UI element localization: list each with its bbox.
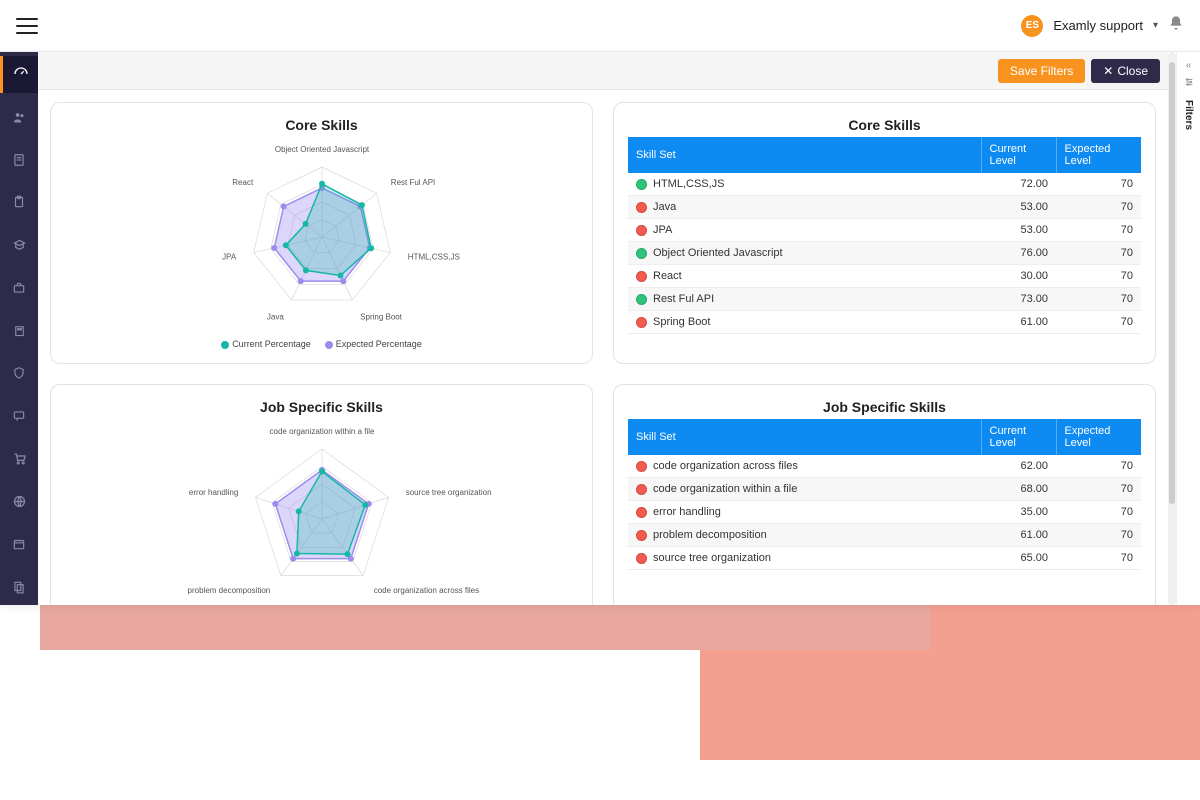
collapse-icon: « [1186,60,1192,71]
toolbar: Save Filters ✕ Close [38,52,1168,90]
status-dot-icon [636,271,647,282]
sidebar-item-shield[interactable] [0,355,38,392]
table-row[interactable]: problem decomposition61.0070 [628,524,1141,547]
status-dot-icon [636,484,647,495]
filters-rail[interactable]: « Filters [1176,52,1200,605]
topbar-user-area: ES Examly support ▾ [1021,15,1184,37]
save-filters-button[interactable]: Save Filters [998,59,1085,83]
svg-text:problem decomposition: problem decomposition [187,586,270,595]
sidebar-item-reports[interactable] [0,568,38,605]
sidebar-item-globe[interactable] [0,483,38,520]
core-skills-table-card: Core Skills Skill Set Current Level Expe… [613,102,1156,364]
table-row[interactable]: HTML,CSS,JS72.0070 [628,173,1141,196]
panels: Core Skills Object Oriented Javascript Re… [38,90,1168,605]
sidebar-item-document[interactable] [0,141,38,178]
svg-text:Spring Boot: Spring Boot [360,312,403,321]
sidebar-item-users[interactable] [0,99,38,136]
chart-legend: Current Percentage Expected Percentage [65,339,578,349]
svg-text:code organization across files: code organization across files [373,586,478,595]
user-name: Examly support [1053,18,1143,33]
sidebar-item-dashboard[interactable] [0,56,38,93]
core-skills-chart-title: Core Skills [65,117,578,133]
scrollbar[interactable] [1168,52,1176,605]
job-skills-chart-title: Job Specific Skills [65,399,578,415]
th-current[interactable]: Current Level [981,419,1056,455]
status-dot-icon [636,294,647,305]
core-skills-radar-card: Core Skills Object Oriented Javascript Re… [50,102,593,364]
close-label: Close [1117,64,1148,78]
sidebar-item-calendar[interactable] [0,526,38,563]
job-skills-table-card: Job Specific Skills Skill Set Current Le… [613,384,1156,605]
table-row[interactable]: JPA53.0070 [628,219,1141,242]
app-frame: Save Filters ✕ Close Core Skills Object … [0,52,1200,605]
main-area: Save Filters ✕ Close Core Skills Object … [38,52,1168,605]
job-skills-table-title: Job Specific Skills [628,399,1141,415]
chevron-down-icon[interactable]: ▾ [1153,20,1158,31]
status-dot-icon [636,202,647,213]
th-expected[interactable]: Expected Level [1056,137,1141,173]
table-row[interactable]: React30.0070 [628,265,1141,288]
sidebar-item-building[interactable] [0,312,38,349]
table-row[interactable]: code organization within a file68.0070 [628,478,1141,501]
status-dot-icon [636,553,647,564]
status-dot-icon [636,507,647,518]
status-dot-icon [636,248,647,259]
sidebar-item-chat[interactable] [0,398,38,435]
svg-text:Rest Ful API: Rest Ful API [390,178,434,187]
avatar[interactable]: ES [1021,15,1043,37]
sidebar-item-briefcase[interactable] [0,269,38,306]
th-expected[interactable]: Expected Level [1056,419,1141,455]
svg-text:JPA: JPA [222,253,237,262]
sidebar [0,52,38,605]
job-skills-radar-card: Job Specific Skills code organization wi… [50,384,593,605]
svg-text:Object Oriented Javascript: Object Oriented Javascript [274,145,369,154]
hamburger-menu-icon[interactable] [16,18,38,34]
legend-current: Current Percentage [232,339,311,349]
status-dot-icon [636,225,647,236]
th-current[interactable]: Current Level [981,137,1056,173]
sliders-icon [1184,77,1194,90]
table-row[interactable]: Rest Ful API73.0070 [628,288,1141,311]
table-row[interactable]: Java53.0070 [628,196,1141,219]
close-button[interactable]: ✕ Close [1091,59,1160,83]
th-skill[interactable]: Skill Set [628,137,981,173]
table-row[interactable]: Object Oriented Javascript76.0070 [628,242,1141,265]
status-dot-icon [636,530,647,541]
core-skills-table-title: Core Skills [628,117,1141,133]
job-skills-table: Skill Set Current Level Expected Level c… [628,419,1141,570]
table-row[interactable]: source tree organization65.0070 [628,547,1141,570]
bell-icon[interactable] [1168,15,1184,36]
core-skills-table: Skill Set Current Level Expected Level H… [628,137,1141,334]
table-row[interactable]: code organization across files62.0070 [628,455,1141,478]
svg-text:React: React [232,178,254,187]
svg-text:code organization within a fil: code organization within a file [269,427,375,436]
svg-text:error handling: error handling [188,488,237,497]
core-skills-radar: Object Oriented Javascript Rest Ful API HT… [112,137,532,332]
sidebar-item-cart[interactable] [0,440,38,477]
topbar: ES Examly support ▾ [0,0,1200,52]
table-row[interactable]: error handling35.0070 [628,501,1141,524]
svg-text:source tree organization: source tree organization [405,488,491,497]
status-dot-icon [636,317,647,328]
legend-expected: Expected Percentage [336,339,422,349]
status-dot-icon [636,461,647,472]
sidebar-item-learning[interactable] [0,227,38,264]
svg-text:Java: Java [266,312,283,321]
status-dot-icon [636,179,647,190]
table-row[interactable]: Spring Boot61.0070 [628,311,1141,334]
sidebar-item-clipboard[interactable] [0,184,38,221]
job-skills-radar: code organization within a file source tr… [112,419,532,605]
th-skill[interactable]: Skill Set [628,419,981,455]
filters-label: Filters [1183,100,1194,130]
close-icon: ✕ [1103,64,1113,78]
svg-text:HTML,CSS,JS: HTML,CSS,JS [407,253,459,262]
